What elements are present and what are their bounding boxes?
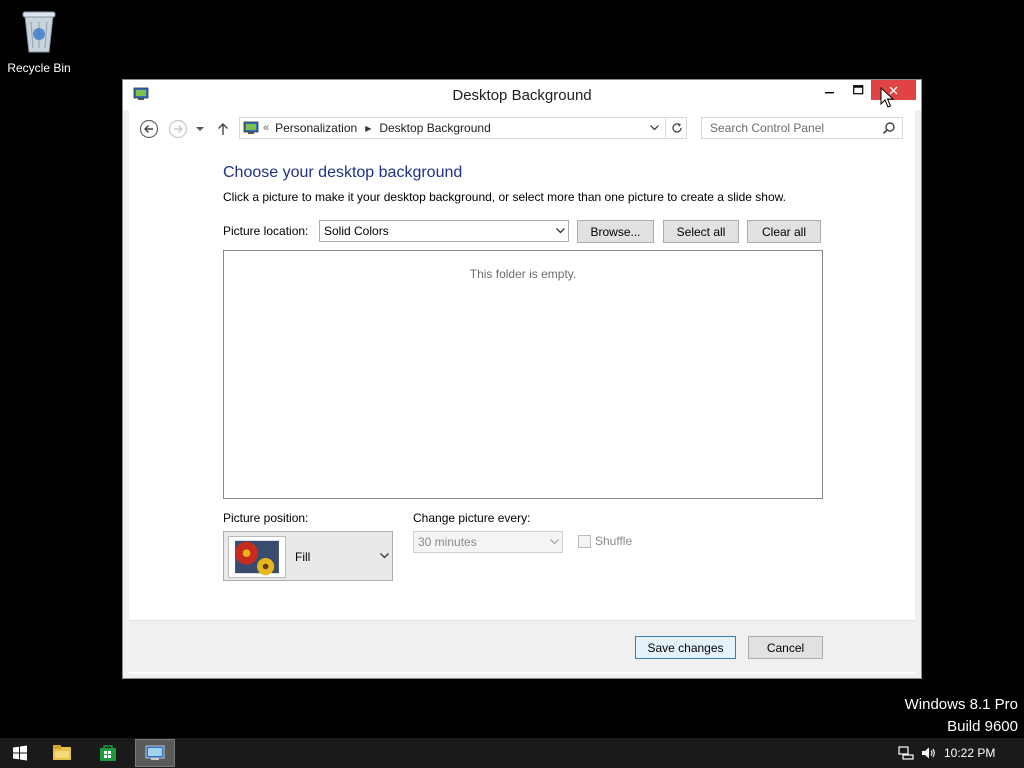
chevron-down-icon <box>379 550 389 562</box>
recycle-bin-label: Recycle Bin <box>7 61 71 75</box>
start-button[interactable] <box>0 739 40 767</box>
refresh-icon <box>671 123 682 133</box>
save-changes-button[interactable]: Save changes <box>635 636 736 659</box>
watermark-build: Build 9600 <box>947 718 1018 735</box>
picture-location-label: Picture location: <box>223 224 309 238</box>
back-arrow-icon <box>139 119 159 139</box>
cancel-button[interactable]: Cancel <box>748 636 823 659</box>
taskbar-clock[interactable]: 10:22 PM <box>944 746 995 760</box>
taskbar-control-panel[interactable] <box>135 739 175 767</box>
checkbox-box[interactable] <box>578 534 591 548</box>
breadcrumb-desktop-background[interactable]: Desktop Background <box>379 121 490 135</box>
chevron-down-icon <box>555 225 565 237</box>
navigation-bar: « Personalization ▶ Desktop Background S… <box>129 110 915 146</box>
mouse-cursor-icon <box>880 87 894 108</box>
recent-locations-button[interactable] <box>193 119 207 139</box>
search-icon[interactable] <box>882 121 896 135</box>
taskbar: 10:22 PM <box>0 738 1024 768</box>
select-all-button[interactable]: Select all <box>663 220 739 243</box>
control-panel-icon <box>243 121 259 134</box>
page-title: Choose your desktop background <box>223 164 463 181</box>
page-description: Click a picture to make it your desktop … <box>223 190 786 204</box>
control-panel-icon <box>145 745 165 760</box>
address-bar[interactable]: « Personalization ▶ Desktop Background <box>239 117 687 139</box>
breadcrumb-separator-icon[interactable]: ▶ <box>365 124 371 133</box>
network-icon <box>898 746 914 760</box>
change-picture-value: 30 minutes <box>418 535 477 549</box>
taskbar-file-explorer[interactable] <box>42 739 82 767</box>
chevron-down-icon <box>649 125 659 131</box>
network-tray-button[interactable] <box>897 738 915 768</box>
change-picture-interval-select[interactable]: 30 minutes <box>413 531 563 553</box>
shuffle-label: Shuffle <box>595 534 633 548</box>
picture-location-select[interactable]: Solid Colors <box>319 220 569 242</box>
clear-all-button[interactable]: Clear all <box>747 220 821 243</box>
taskbar-store[interactable] <box>88 739 128 767</box>
watermark-edition: Windows 8.1 Pro <box>904 696 1018 713</box>
breadcrumb-personalization[interactable]: Personalization <box>275 121 357 135</box>
volume-tray-button[interactable] <box>920 738 938 768</box>
change-picture-label: Change picture every: <box>413 511 531 525</box>
picture-list[interactable]: This folder is empty. <box>223 250 823 499</box>
window-client-area: « Personalization ▶ Desktop Background S… <box>129 110 915 674</box>
recycle-bin-shortcut[interactable]: Recycle Bin <box>4 6 74 75</box>
forward-arrow-icon <box>168 119 188 139</box>
start-icon <box>13 745 27 761</box>
up-arrow-icon <box>218 123 228 135</box>
picture-position-label: Picture position: <box>223 511 309 525</box>
empty-folder-message: This folder is empty. <box>469 267 577 281</box>
chevron-down-icon <box>549 536 559 548</box>
forward-button[interactable] <box>168 119 188 139</box>
search-control-panel-input[interactable]: Search Control Panel <box>701 117 903 139</box>
title-bar[interactable]: Desktop Background <box>123 80 921 110</box>
browse-button[interactable]: Browse... <box>577 220 654 243</box>
back-button[interactable] <box>139 119 159 139</box>
store-icon <box>100 745 116 761</box>
windows-watermark: Windows 8.1 Pro Build 9600 <box>905 694 1018 738</box>
chevron-down-icon <box>196 127 204 131</box>
desktop-background-window: Desktop Background « Personalization ▶ D… <box>122 79 922 679</box>
picture-location-value: Solid Colors <box>324 224 389 238</box>
file-explorer-icon <box>53 745 71 760</box>
window-title: Desktop Background <box>452 87 592 104</box>
address-dropdown-button[interactable] <box>646 119 662 137</box>
maximize-button[interactable] <box>845 80 871 100</box>
breadcrumb-overflow[interactable]: « <box>263 122 269 134</box>
recycle-bin-icon <box>22 11 56 53</box>
up-button[interactable] <box>215 119 231 139</box>
minimize-icon <box>825 92 834 94</box>
maximize-icon <box>852 85 863 95</box>
shuffle-checkbox[interactable]: Shuffle <box>578 534 632 548</box>
dialog-footer: Save changes Cancel <box>129 620 915 672</box>
search-placeholder: Search Control Panel <box>710 121 825 135</box>
refresh-button[interactable] <box>665 118 687 138</box>
fill-position-preview-icon <box>228 536 286 578</box>
speaker-icon <box>922 747 935 759</box>
picture-position-select[interactable]: Fill <box>223 531 393 581</box>
picture-position-value: Fill <box>295 550 311 564</box>
minimize-button[interactable] <box>818 80 842 100</box>
